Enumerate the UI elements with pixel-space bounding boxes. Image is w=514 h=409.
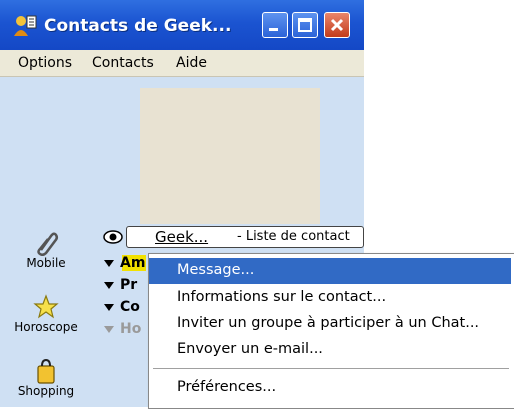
sidebar-item-mobile[interactable]: Mobile <box>6 230 86 270</box>
chevron-down-icon <box>104 281 114 289</box>
chevron-down-icon <box>104 325 114 333</box>
menu-bar: Options Contacts Aide <box>0 50 364 77</box>
menu-options[interactable]: Options <box>18 55 72 71</box>
group-label: Co <box>120 299 140 315</box>
group-label: Pr <box>120 277 138 293</box>
close-button[interactable] <box>324 12 350 38</box>
menu-item-send-email[interactable]: Envoyer un e-mail... <box>149 337 511 363</box>
group-row[interactable]: Co <box>104 299 140 315</box>
group-row[interactable]: Ho <box>104 321 141 337</box>
eye-icon[interactable] <box>102 228 124 246</box>
menu-contacts[interactable]: Contacts <box>92 55 154 71</box>
close-icon <box>330 18 344 32</box>
group-row[interactable]: Am <box>104 255 145 271</box>
chevron-down-icon <box>104 303 114 311</box>
group-row[interactable]: Pr <box>104 277 137 293</box>
shopping-bag-icon <box>37 358 55 384</box>
window-title: Contacts de Geek... <box>44 16 232 36</box>
contacts-app-icon <box>14 15 37 36</box>
sidebar-item-shopping[interactable]: Shopping <box>6 358 86 398</box>
minimize-button[interactable] <box>262 12 288 38</box>
star-icon <box>33 294 59 319</box>
context-menu: Message... Informations sur le contact..… <box>148 253 514 409</box>
user-display-name[interactable]: Geek... <box>155 228 208 246</box>
sidebar-item-label: Shopping <box>17 384 75 398</box>
maximize-icon <box>298 18 312 32</box>
menu-aide[interactable]: Aide <box>176 55 207 71</box>
menu-item-preferences[interactable]: Préférences... <box>149 375 511 401</box>
title-bar[interactable]: Contacts de Geek... <box>0 0 364 50</box>
menu-item-contact-info[interactable]: Informations sur le contact... <box>149 285 511 311</box>
contact-list-header: Geek... - Liste de contact <box>100 225 364 249</box>
minimize-icon <box>269 28 278 31</box>
menu-separator <box>153 368 509 369</box>
group-label: Am <box>120 255 146 271</box>
menu-item-invite-chat[interactable]: Inviter un groupe à participer à un Chat… <box>149 311 511 337</box>
contact-list-title: - Liste de contact <box>237 229 350 244</box>
paperclip-icon <box>37 232 59 256</box>
sidebar-item-label: Mobile <box>26 256 66 270</box>
status-name-box[interactable]: Geek... - Liste de contact <box>126 226 364 248</box>
sidebar-item-horoscope[interactable]: Horoscope <box>6 294 86 334</box>
sidebar-item-label: Horoscope <box>14 320 78 334</box>
chevron-down-icon <box>104 259 114 267</box>
maximize-button[interactable] <box>292 12 318 38</box>
group-label: Ho <box>120 321 142 337</box>
profile-picture-area <box>140 88 320 224</box>
menu-item-message[interactable]: Message... <box>149 258 511 284</box>
